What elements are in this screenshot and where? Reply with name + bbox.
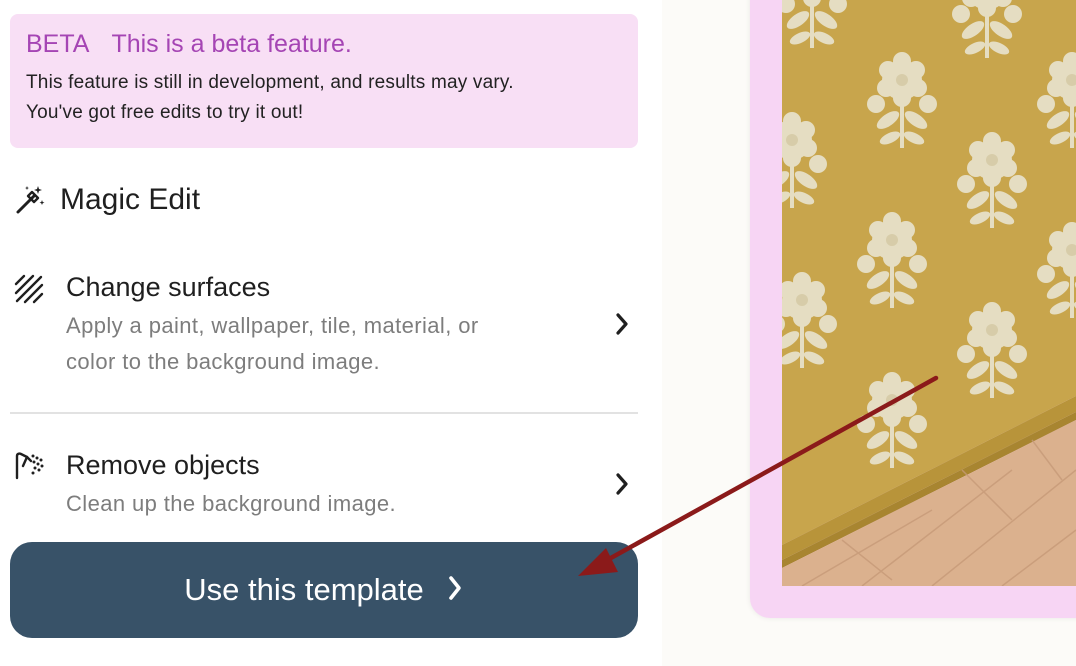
chevron-right-icon [614,312,630,341]
beta-title: This is a beta feature. [111,30,352,58]
change-surfaces-option[interactable]: Change surfaces Apply a paint, wallpaper… [10,268,638,412]
beta-description-line: You've got free edits to try it out! [26,102,304,123]
option-description-line: Clean up the background image. [66,491,396,516]
magic-wand-icon [14,184,46,216]
option-description-line: color to the background image. [66,349,381,374]
background-image [782,0,1076,586]
app-root: BETA This is a beta feature. This feature… [0,0,1076,666]
beta-banner-heading: BETA This is a beta feature. [26,28,622,60]
option-title: Remove objects [66,450,260,480]
use-template-button[interactable]: Use this template [10,542,638,638]
option-title: Change surfaces [66,272,271,302]
beta-description-line: This feature is still in development, an… [26,72,514,93]
magic-edit-title: Magic Edit [60,183,201,216]
edit-panel: BETA This is a beta feature. This feature… [0,0,662,666]
beta-tag: BETA [26,30,90,58]
option-description: Apply a paint, wallpaper, tile, material… [66,308,479,380]
chevron-right-icon [446,574,464,607]
eraser-brush-icon [14,452,46,485]
option-description-line: Apply a paint, wallpaper, tile, material… [66,313,479,338]
option-description: Clean up the background image. [66,486,396,522]
remove-objects-option[interactable]: Remove objects Clean up the background i… [10,446,638,536]
option-divider [10,412,638,414]
magic-edit-header: Magic Edit [14,180,200,220]
chevron-right-icon [614,472,630,501]
use-template-label: Use this template [184,572,424,607]
beta-banner: BETA This is a beta feature. This feature… [10,14,638,148]
surface-hatch-icon [14,274,44,309]
beta-description: This feature is still in development, an… [26,68,622,128]
